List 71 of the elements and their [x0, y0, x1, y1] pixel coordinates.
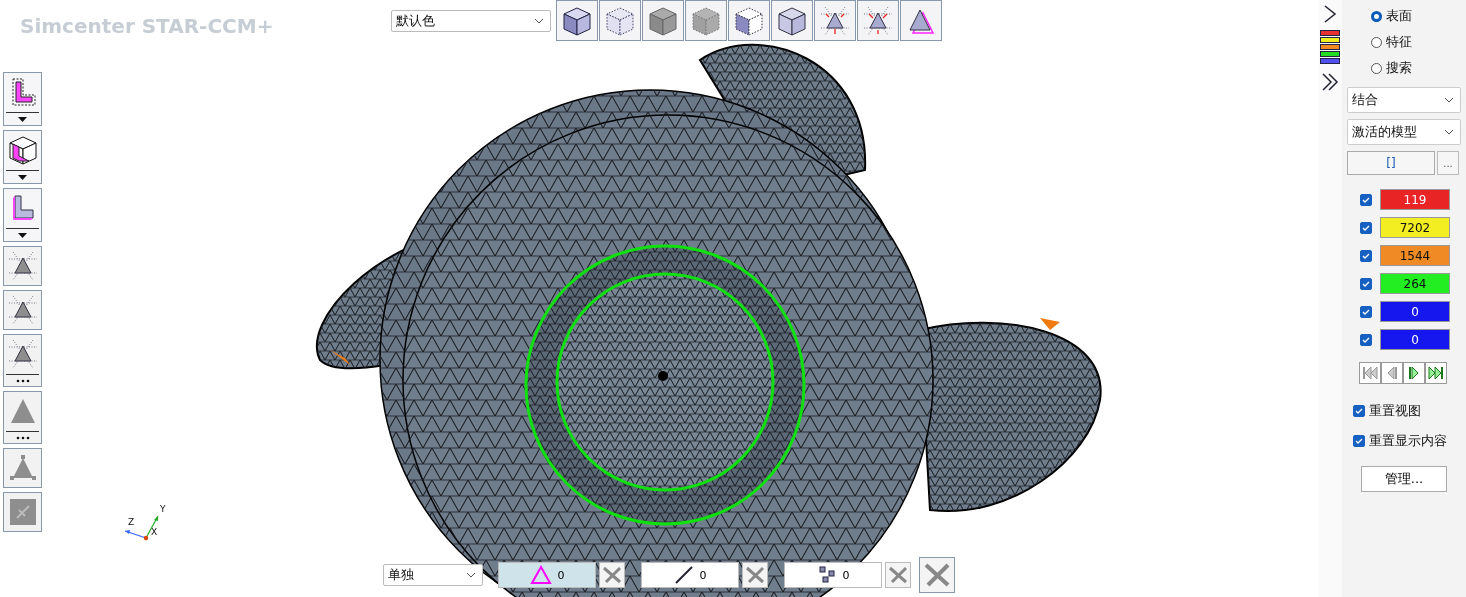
checkbox[interactable] — [1360, 333, 1372, 346]
selection-field[interactable]: [] — [1347, 151, 1435, 175]
checkbox[interactable] — [1360, 249, 1372, 262]
checkbox[interactable] — [1360, 221, 1372, 234]
nav-button[interactable] — [1403, 362, 1425, 384]
count-bar[interactable]: 7202 — [1380, 217, 1450, 238]
count-bar[interactable]: 0 — [1380, 329, 1450, 350]
clear-button[interactable] — [599, 562, 625, 588]
count-bar[interactable]: 1544 — [1380, 245, 1450, 266]
view-mode-button[interactable] — [900, 0, 942, 41]
filter-toggle[interactable]: 0 — [784, 562, 882, 588]
dropdown-arrow-icon — [18, 233, 27, 238]
checkbox[interactable] — [1360, 305, 1372, 318]
browse-button[interactable]: ... — [1437, 151, 1459, 175]
checkbox[interactable] — [1360, 193, 1372, 206]
cross-icon — [601, 565, 623, 585]
checkmark-icon — [1355, 438, 1363, 444]
dropdown[interactable]: 激活的模型 — [1347, 119, 1461, 145]
double-chevron-icon[interactable] — [1321, 72, 1339, 92]
triangle-icon — [529, 565, 552, 585]
dropdown[interactable]: 默认色 — [391, 10, 551, 32]
chevron-down-icon — [1444, 97, 1454, 103]
checkbox[interactable] — [1360, 277, 1372, 290]
points-icon — [816, 565, 837, 585]
clear-button[interactable] — [742, 562, 768, 588]
view-mode-button[interactable] — [814, 0, 856, 41]
dropdown[interactable]: 单独 — [383, 564, 483, 586]
cross-icon — [744, 565, 766, 585]
radio-button[interactable]: 表面 — [1371, 7, 1466, 25]
tool-button[interactable] — [3, 72, 42, 126]
chevron-down-icon — [1444, 129, 1454, 135]
dropdown-arrow-icon — [18, 117, 27, 122]
dropdown[interactable]: 结合 — [1347, 87, 1461, 113]
count-bar[interactable]: 119 — [1380, 189, 1450, 210]
filter-toggle[interactable]: 0 — [641, 562, 739, 588]
checkbox[interactable]: 重置显示内容 — [1353, 432, 1466, 450]
app-title: Simcenter STAR-CCM+ — [20, 14, 274, 38]
tool-button[interactable] — [3, 188, 42, 242]
skip-first-icon — [1361, 364, 1379, 382]
cross-icon — [923, 562, 951, 588]
radio-button[interactable]: 搜索 — [1371, 59, 1466, 77]
dropdown-arrow-icon — [18, 175, 27, 180]
count-bar[interactable]: 264 — [1380, 273, 1450, 294]
line-icon — [673, 565, 694, 585]
tool-button[interactable] — [3, 130, 42, 184]
view-mode-button[interactable] — [728, 0, 770, 41]
checkmark-icon — [1355, 408, 1363, 414]
skip-last-icon — [1427, 364, 1445, 382]
clear-all-button[interactable] — [919, 557, 955, 593]
clear-button[interactable] — [885, 562, 911, 588]
more-dots-icon — [15, 436, 30, 440]
view-mode-button[interactable] — [771, 0, 813, 41]
more-dots-icon — [15, 379, 30, 383]
view-mode-button[interactable] — [642, 0, 684, 41]
nav-button[interactable] — [1425, 362, 1447, 384]
view-mode-button[interactable] — [556, 0, 598, 41]
collapse-chevron-icon[interactable] — [1323, 4, 1337, 24]
manage-button[interactable]: 管理... — [1361, 466, 1447, 492]
chevron-down-icon — [534, 18, 544, 24]
count-bar[interactable]: 0 — [1380, 301, 1450, 322]
checkbox[interactable]: 重置视图 — [1353, 402, 1466, 420]
cross-icon — [887, 565, 909, 585]
cube-shape-icon — [6, 134, 39, 166]
color-legend-icon[interactable] — [1320, 30, 1340, 66]
chevron-down-icon — [466, 572, 476, 578]
view-mode-button[interactable] — [857, 0, 899, 41]
axis-label: Y — [160, 504, 166, 514]
filter-toggle[interactable]: 0 — [498, 562, 596, 588]
axis-label: X — [151, 527, 158, 537]
radio-button[interactable]: 特征 — [1371, 33, 1466, 51]
axis-label: Z — [128, 517, 135, 527]
